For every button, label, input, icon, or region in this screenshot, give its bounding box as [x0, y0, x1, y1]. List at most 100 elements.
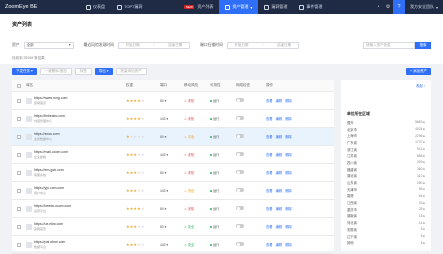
region-item[interactable]: 上海市 2296 ▸	[347, 132, 425, 139]
row-checkbox[interactable]	[17, 98, 21, 103]
table-row[interactable]: https://pai.nbmi.com 数据平台 ★★★★★ 443 ▾ ⚠ …	[12, 236, 334, 254]
row-port[interactable]: 80 ▾	[160, 99, 184, 103]
row-port[interactable]: 443 ▾	[160, 117, 184, 121]
dispatch-task-button[interactable]: 下发任务 ▾	[12, 67, 37, 75]
nav-asset-list[interactable]: NEW 资产列表	[178, 0, 219, 14]
view-link[interactable]: 查看	[266, 206, 273, 211]
view-link[interactable]: 查看	[266, 170, 273, 175]
monitor-toggle[interactable]	[236, 242, 244, 246]
region-item[interactable]: 国外 5683 ▸	[347, 119, 425, 126]
last-scan-date-range[interactable]: 开始日期 ~ 结束日期	[117, 41, 190, 49]
region-item[interactable]: 湖北省 310 ▸	[347, 173, 425, 180]
row-url[interactable]: https://www.rong.com	[34, 96, 67, 100]
region-item[interactable]: 广东省 1737 ▸	[347, 139, 425, 146]
delete-link[interactable]: 删除	[285, 170, 292, 175]
row-port[interactable]: 443 ▾	[160, 243, 184, 247]
region-item[interactable]: 北京市 4024 ▸	[347, 126, 425, 133]
region-item[interactable]: 湖南省 18 ▸	[347, 213, 425, 220]
nav-vuln-manage[interactable]: 漏洞管理	[258, 0, 293, 14]
port-scan-date-range[interactable]: 开始日期 ~ 结束日期	[226, 41, 299, 49]
monitor-toggle[interactable]	[236, 206, 244, 210]
region-item[interactable]: 重庆市 25 ▸	[347, 206, 425, 213]
table-row[interactable]: https://www.rong.com 官网首页 ★★★★★ 80 ▾ ⚠ 未…	[12, 92, 334, 110]
batch-add-button[interactable]: 批量添加资产	[115, 67, 147, 75]
delete-link[interactable]: 删除	[285, 206, 292, 211]
edit-link[interactable]: 编辑	[276, 206, 283, 211]
monitor-toggle[interactable]	[236, 98, 244, 102]
asset-select[interactable]: 全部 ▾	[23, 41, 74, 49]
monitor-toggle[interactable]	[236, 134, 244, 138]
region-item[interactable]: 山东省 280 ▸	[347, 179, 425, 186]
view-link[interactable]: 查看	[266, 224, 273, 229]
row-checkbox[interactable]	[17, 116, 21, 121]
region-item[interactable]: 浙江省 914 ▸	[347, 146, 425, 153]
edit-link[interactable]: 编辑	[276, 116, 283, 121]
row-port[interactable]: 80 ▾	[160, 207, 184, 211]
row-url[interactable]: https://linkeabc.com	[34, 114, 65, 118]
select-all-checkbox[interactable]	[17, 83, 21, 88]
col-weight[interactable]: 权重	[126, 83, 160, 88]
view-link[interactable]: 查看	[266, 188, 273, 193]
edit-link[interactable]: 编辑	[276, 170, 283, 175]
row-checkbox[interactable]	[17, 134, 21, 139]
delete-link[interactable]: 删除	[285, 152, 292, 157]
row-checkbox[interactable]	[17, 242, 21, 247]
row-url[interactable]: https://mail.ocom.com	[34, 150, 68, 154]
nav-asset-manage[interactable]: 资产管理 ▾	[219, 0, 259, 14]
bell-icon[interactable]: ◔	[373, 0, 383, 14]
delete-link[interactable]: 删除	[285, 242, 292, 247]
row-checkbox[interactable]	[17, 224, 21, 229]
row-url[interactable]: https://znos.com	[34, 132, 59, 136]
monitor-toggle[interactable]	[236, 224, 244, 228]
nav-event-manage[interactable]: 事件管理	[293, 0, 328, 14]
edit-link[interactable]: 编辑	[276, 224, 283, 229]
tag-button[interactable]: 标签	[74, 67, 92, 75]
delete-link[interactable]: 删除	[285, 134, 292, 139]
view-link[interactable]: 查看	[266, 98, 273, 103]
settings-icon[interactable]: ⚙	[383, 0, 393, 14]
view-link[interactable]: 查看	[266, 242, 273, 247]
delete-link[interactable]: 删除	[285, 116, 292, 121]
table-row[interactable]: https://linkeabc.com 内容管理中心 ★★★★★ 443 ▾ …	[12, 110, 334, 128]
region-item[interactable]: 江西省 33 ▸	[347, 199, 425, 206]
region-item[interactable]: 四川省 409 ▸	[347, 159, 425, 166]
col-availability[interactable]: 可用性	[210, 83, 236, 88]
region-item[interactable]: 辽宁省 9 ▸	[347, 233, 425, 240]
export-button[interactable]: 导出 ▾	[94, 67, 113, 75]
region-item[interactable]: 江苏省 688 ▸	[347, 152, 425, 159]
delete-link[interactable]: 删除	[285, 98, 292, 103]
edit-link[interactable]: 编辑	[276, 98, 283, 103]
delete-link[interactable]: 删除	[285, 188, 292, 193]
region-item[interactable]: 香港 54 ▸	[347, 193, 425, 200]
view-link[interactable]: 查看	[266, 116, 273, 121]
add-asset-button[interactable]: + 添加资产	[405, 67, 431, 75]
user-menu[interactable]: 我方安全团队 ▾	[405, 4, 443, 10]
edit-link[interactable]: 编辑	[276, 134, 283, 139]
row-checkbox[interactable]	[17, 170, 21, 175]
row-port[interactable]: 80 ▾	[160, 225, 184, 229]
edit-link[interactable]: 编辑	[276, 152, 283, 157]
row-checkbox[interactable]	[17, 152, 21, 157]
row-port[interactable]: 80 ▾	[160, 135, 184, 139]
app-logo[interactable]: ZoomEye BE	[0, 4, 80, 10]
col-domain[interactable]: 域名	[26, 83, 126, 88]
region-item[interactable]: 安徽省 9 ▸	[347, 226, 425, 233]
view-link[interactable]: 查看	[266, 152, 273, 157]
nav-top7[interactable]: TOP7漏洞	[111, 0, 148, 14]
edit-link[interactable]: 编辑	[276, 188, 283, 193]
view-link[interactable]: 查看	[266, 134, 273, 139]
row-checkbox[interactable]	[17, 188, 21, 193]
monitor-toggle[interactable]	[236, 152, 244, 156]
row-port[interactable]: 443 ▾	[160, 189, 184, 193]
table-row[interactable]: https://ue.nbw.com 官网首页 ★★★★★ 80 ▾ ⚠ 安全 …	[12, 218, 334, 236]
help-icon[interactable]: ?	[392, 0, 405, 14]
col-port[interactable]: 端口	[160, 83, 184, 88]
search-input[interactable]: 请输入资产信息	[363, 41, 415, 49]
row-url[interactable]: https://em.gob.com	[34, 168, 64, 172]
row-port[interactable]: 80 ▾	[160, 171, 184, 175]
row-checkbox[interactable]	[17, 206, 21, 211]
monitor-toggle[interactable]	[236, 116, 244, 120]
table-row[interactable]: https://znos.com 业务数据中心 ★★★★★ 80 ▾ ⚠ 中危 …	[12, 128, 334, 146]
region-item[interactable]: 其他 6 ▸	[347, 239, 425, 246]
row-url[interactable]: https://beeds.ocom.com	[34, 204, 71, 208]
